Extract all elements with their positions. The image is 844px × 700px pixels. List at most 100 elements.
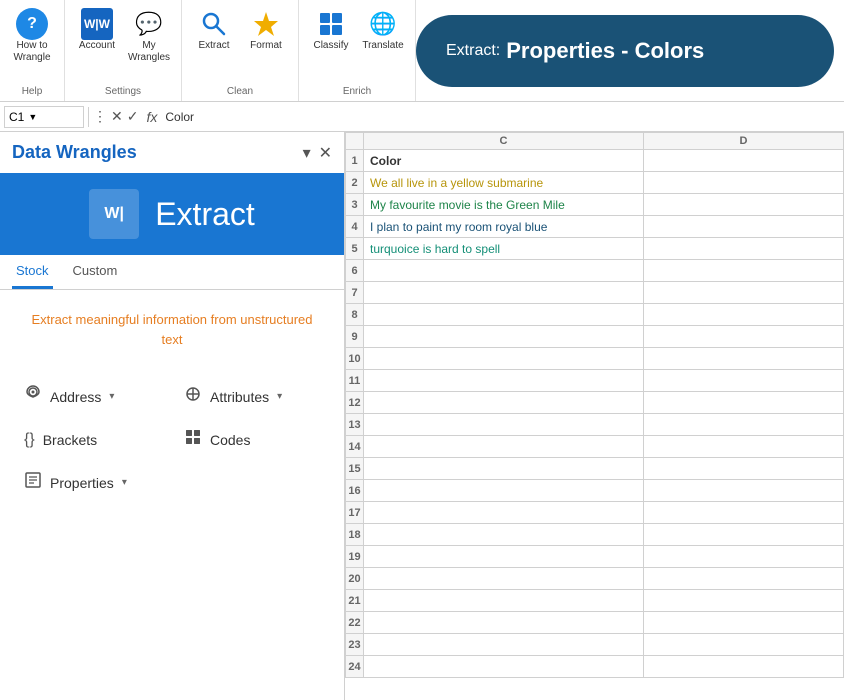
cell[interactable] — [364, 326, 644, 348]
cell[interactable] — [364, 568, 644, 590]
cell[interactable] — [364, 634, 644, 656]
cell[interactable]: Color — [364, 150, 644, 172]
table-row: 19 — [346, 546, 844, 568]
row-number[interactable]: 14 — [346, 436, 364, 458]
classify-button[interactable]: Classify — [307, 4, 355, 56]
cell[interactable] — [644, 634, 844, 656]
cell[interactable] — [644, 436, 844, 458]
row-number[interactable]: 21 — [346, 590, 364, 612]
cell[interactable] — [364, 414, 644, 436]
cell[interactable] — [644, 414, 844, 436]
row-number[interactable]: 9 — [346, 326, 364, 348]
cell[interactable] — [364, 612, 644, 634]
cell-ref-dropdown[interactable]: ▼ — [28, 112, 37, 122]
attributes-item[interactable]: Attributes ▾ — [184, 385, 320, 408]
cell[interactable] — [644, 392, 844, 414]
row-number[interactable]: 3 — [346, 194, 364, 216]
cell[interactable] — [644, 480, 844, 502]
row-number[interactable]: 11 — [346, 370, 364, 392]
cell[interactable] — [644, 282, 844, 304]
cell[interactable] — [644, 304, 844, 326]
tab-stock[interactable]: Stock — [12, 255, 53, 289]
cell[interactable] — [364, 656, 644, 678]
cell[interactable] — [644, 348, 844, 370]
cell[interactable]: We all live in a yellow submarine — [364, 172, 644, 194]
properties-item[interactable]: Properties ▾ — [24, 471, 127, 494]
cell[interactable] — [644, 194, 844, 216]
sidebar-minimize-button[interactable]: ▾ — [303, 143, 311, 163]
cell[interactable] — [644, 546, 844, 568]
row-number[interactable]: 17 — [346, 502, 364, 524]
how-to-wrangle-button[interactable]: ? How to Wrangle — [8, 4, 56, 68]
row-number[interactable]: 1 — [346, 150, 364, 172]
address-item[interactable]: Address ▾ — [24, 385, 160, 408]
cell[interactable]: My favourite movie is the Green Mile — [364, 194, 644, 216]
my-wrangles-button[interactable]: 💬 My Wrangles — [125, 4, 173, 68]
row-number[interactable]: 12 — [346, 392, 364, 414]
cell[interactable]: I plan to paint my room royal blue — [364, 216, 644, 238]
cell[interactable] — [364, 348, 644, 370]
cell-reference[interactable]: C1 ▼ — [4, 106, 84, 128]
cell[interactable] — [644, 216, 844, 238]
row-number[interactable]: 10 — [346, 348, 364, 370]
cell[interactable] — [364, 260, 644, 282]
ribbon-group-help: ? How to Wrangle Help — [0, 0, 65, 101]
cell[interactable] — [644, 326, 844, 348]
row-number[interactable]: 22 — [346, 612, 364, 634]
account-button[interactable]: W|W Account — [73, 4, 121, 68]
cell[interactable] — [644, 568, 844, 590]
row-number[interactable]: 18 — [346, 524, 364, 546]
row-number[interactable]: 6 — [346, 260, 364, 282]
row-number[interactable]: 4 — [346, 216, 364, 238]
row-number[interactable]: 7 — [346, 282, 364, 304]
tab-custom[interactable]: Custom — [69, 255, 122, 289]
row-number[interactable]: 16 — [346, 480, 364, 502]
cell[interactable] — [644, 172, 844, 194]
cell[interactable] — [644, 656, 844, 678]
cell[interactable] — [644, 502, 844, 524]
cell[interactable] — [364, 458, 644, 480]
row-number[interactable]: 19 — [346, 546, 364, 568]
formula-cancel-icon[interactable]: ✕ — [111, 108, 123, 125]
brackets-item[interactable]: {} Brackets — [24, 431, 160, 449]
row-number[interactable]: 20 — [346, 568, 364, 590]
cell[interactable] — [364, 502, 644, 524]
row-number[interactable]: 13 — [346, 414, 364, 436]
cell[interactable] — [644, 612, 844, 634]
cell[interactable] — [364, 304, 644, 326]
cell[interactable] — [644, 458, 844, 480]
cell[interactable] — [364, 524, 644, 546]
row-number[interactable]: 5 — [346, 238, 364, 260]
codes-label: Codes — [210, 432, 250, 448]
table-row: 24 — [346, 656, 844, 678]
cell[interactable] — [644, 590, 844, 612]
format-button[interactable]: Format — [242, 4, 290, 56]
sidebar-close-button[interactable]: ✕ — [319, 143, 332, 163]
codes-item[interactable]: Codes — [184, 428, 320, 451]
row-number[interactable]: 2 — [346, 172, 364, 194]
translate-button[interactable]: 🌐 Translate — [359, 4, 407, 56]
cell[interactable] — [644, 260, 844, 282]
col-header-d[interactable]: D — [644, 133, 844, 150]
cell[interactable] — [364, 480, 644, 502]
row-number[interactable]: 8 — [346, 304, 364, 326]
codes-icon — [184, 428, 202, 451]
col-header-c[interactable]: C — [364, 133, 644, 150]
cell[interactable] — [364, 546, 644, 568]
cell[interactable] — [644, 150, 844, 172]
cell[interactable] — [364, 590, 644, 612]
row-number[interactable]: 23 — [346, 634, 364, 656]
row-number[interactable]: 15 — [346, 458, 364, 480]
formula-confirm-icon[interactable]: ✓ — [127, 108, 139, 125]
formula-options-icon[interactable]: ⋮ — [93, 108, 107, 125]
cell[interactable] — [644, 370, 844, 392]
cell[interactable] — [364, 436, 644, 458]
extract-button[interactable]: Extract — [190, 4, 238, 56]
cell[interactable]: turquoice is hard to spell — [364, 238, 644, 260]
cell[interactable] — [364, 282, 644, 304]
cell[interactable] — [644, 524, 844, 546]
cell[interactable] — [364, 370, 644, 392]
cell[interactable] — [644, 238, 844, 260]
row-number[interactable]: 24 — [346, 656, 364, 678]
cell[interactable] — [364, 392, 644, 414]
